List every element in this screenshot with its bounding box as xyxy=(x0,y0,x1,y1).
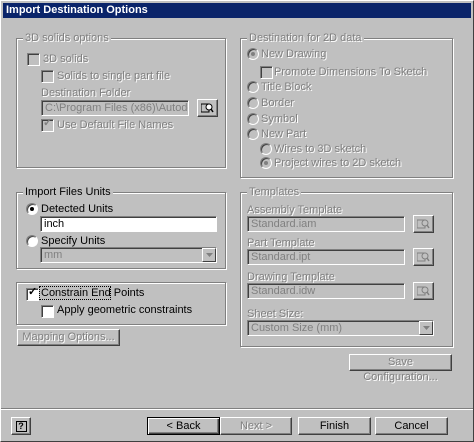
project-wires-label: Project wires to 2D sketch xyxy=(274,157,402,169)
detected-units-radio[interactable] xyxy=(26,203,38,215)
checkmark-icon: ✓ xyxy=(28,286,38,298)
single-part-label: Solids to single part file xyxy=(57,70,171,82)
sheet-size-dropdown[interactable]: Custom Size (mm) xyxy=(247,320,434,336)
new-drawing-label: New Drawing xyxy=(261,48,327,60)
templates-legend: Templates xyxy=(247,186,302,199)
specify-units-dropdown[interactable]: mm xyxy=(40,247,217,263)
destination-folder-field[interactable]: C:\Program Files (x86)\Autodesk\Inventor xyxy=(41,100,189,116)
single-part-checkbox[interactable] xyxy=(41,70,54,83)
detected-units-label: Detected Units xyxy=(41,203,114,215)
destination-2d-legend: Destination for 2D data xyxy=(247,32,364,45)
specify-units-dropdown-button[interactable] xyxy=(202,248,216,262)
drawing-template-field[interactable]: Standard.idw xyxy=(247,283,405,299)
title-block-label: Title Block xyxy=(261,81,312,93)
browse-icon xyxy=(417,286,430,296)
assembly-template-field[interactable]: Standard.iam xyxy=(247,216,405,232)
destination-folder-browse-button[interactable] xyxy=(197,99,218,117)
promote-dimensions-checkbox[interactable] xyxy=(260,66,273,79)
checkmark-icon: ✓ xyxy=(43,117,53,129)
constrain-end-points-label: Constrain End Points xyxy=(41,287,145,299)
help-icon: ? xyxy=(15,420,27,432)
browse-icon xyxy=(417,219,430,229)
browse-icon xyxy=(417,252,430,262)
sheet-size-value: Custom Size (mm) xyxy=(251,322,343,334)
solids-checkbox-label: 3D solids xyxy=(43,53,89,65)
use-default-names-label: Use Default File Names xyxy=(57,119,174,131)
promote-dimensions-label: Promote Dimensions To Sketch xyxy=(274,66,428,78)
specify-units-radio[interactable] xyxy=(26,235,38,247)
help-button[interactable]: ? xyxy=(11,417,31,435)
save-configuration-button[interactable]: Save Configuration... xyxy=(349,354,452,383)
part-template-field[interactable]: Standard.ipt xyxy=(247,249,405,265)
title-bar: Import Destination Options xyxy=(3,3,471,18)
solids-options-legend: 3D solids options xyxy=(23,32,111,45)
constrain-end-points-checkbox[interactable]: ✓ xyxy=(26,286,39,301)
title-block-radio[interactable] xyxy=(247,81,259,93)
new-part-radio[interactable] xyxy=(247,128,259,140)
new-part-label: New Part xyxy=(261,128,307,140)
project-wires-radio[interactable] xyxy=(260,157,272,169)
part-template-browse-button[interactable] xyxy=(413,248,434,266)
new-drawing-radio[interactable] xyxy=(247,48,259,60)
mapping-options-button[interactable]: Mapping Options... xyxy=(17,329,120,346)
chevron-down-icon xyxy=(206,253,213,257)
symbol-label: Symbol xyxy=(261,113,298,125)
sheet-size-dropdown-button[interactable] xyxy=(419,321,433,335)
drawing-template-browse-button[interactable] xyxy=(413,282,434,300)
destination-folder-label: Destination Folder xyxy=(41,87,131,99)
chevron-down-icon xyxy=(423,326,430,330)
solids-checkbox[interactable] xyxy=(27,53,40,66)
symbol-radio[interactable] xyxy=(247,113,259,125)
next-button[interactable]: Next > xyxy=(220,417,292,435)
browse-icon xyxy=(201,103,214,113)
apply-geometric-constraints-checkbox[interactable] xyxy=(41,305,54,318)
border-label: Border xyxy=(261,97,295,109)
apply-geometric-constraints-label: Apply geometric constraints xyxy=(57,304,193,316)
back-button[interactable]: < Back xyxy=(147,417,220,435)
wires-3d-sketch-label: Wires to 3D sketch xyxy=(274,143,367,155)
detected-units-field[interactable]: inch xyxy=(40,216,217,232)
finish-button[interactable]: Finish xyxy=(298,417,371,435)
border-radio[interactable] xyxy=(247,97,259,109)
import-destination-options-dialog: Import Destination Options 3D solids opt… xyxy=(0,0,474,442)
assembly-template-browse-button[interactable] xyxy=(413,215,434,233)
specify-units-value: mm xyxy=(44,249,63,261)
footer-separator xyxy=(1,408,473,410)
use-default-names-checkbox[interactable]: ✓ xyxy=(41,117,54,132)
cancel-button[interactable]: Cancel xyxy=(375,417,448,435)
wires-3d-sketch-radio[interactable] xyxy=(260,143,272,155)
import-units-legend: Import Files Units xyxy=(23,186,113,199)
